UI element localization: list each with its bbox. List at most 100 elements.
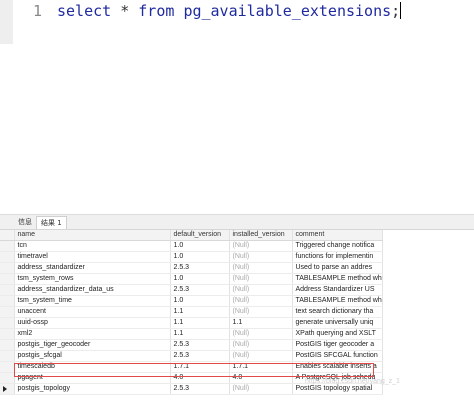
cell-default-version[interactable]: 1.0 — [170, 295, 230, 307]
row-selector[interactable] — [0, 306, 15, 318]
cell-comment[interactable]: generate universally uniq — [292, 317, 383, 329]
cell-installed-version[interactable]: (Null) — [229, 339, 293, 351]
cell-default-version[interactable]: 2.5.3 — [170, 284, 230, 296]
row-selector[interactable] — [0, 361, 15, 373]
cell-installed-version[interactable]: (Null) — [229, 328, 293, 340]
row-selector[interactable] — [0, 383, 15, 395]
row-selector[interactable] — [0, 251, 15, 263]
table-row[interactable]: unaccent 1.1 (Null) text search dictionary … — [0, 306, 383, 318]
table-row[interactable]: xml2 1.1 (Null) XPath querying and XSLT — [0, 328, 383, 340]
cell-default-version[interactable]: 1.1 — [170, 306, 230, 318]
table-row[interactable]: timetravel 1.0 (Null) functions for impleme… — [0, 251, 383, 263]
row-selector[interactable] — [0, 317, 15, 329]
cell-comment[interactable]: PostGIS topology spatial — [292, 383, 383, 395]
table-row[interactable]: tsm_system_rows 1.0 (Null) TABLESAMPLE meth… — [0, 273, 383, 285]
cell-default-version[interactable]: 2.5.3 — [170, 350, 230, 362]
row-selector[interactable] — [0, 350, 15, 362]
row-selector[interactable] — [0, 284, 15, 296]
editor-line-1[interactable]: 1 select * from pg_available_extensions; — [0, 0, 474, 22]
cell-installed-version[interactable]: (Null) — [229, 306, 293, 318]
row-selector[interactable] — [0, 372, 15, 384]
cell-default-version[interactable]: 2.5.3 — [170, 383, 230, 395]
row-selector[interactable] — [0, 240, 15, 252]
cell-name[interactable]: pgagent — [14, 372, 171, 384]
cell-comment[interactable]: PostGIS SFCGAL function — [292, 350, 383, 362]
cell-default-version[interactable]: 2.5.3 — [170, 339, 230, 351]
result-tabs: 信息 结果 1 — [0, 215, 474, 230]
table-row[interactable]: address_standardizer 2.5.3 (Null) Used to p… — [0, 262, 383, 274]
cell-name[interactable]: address_standardizer — [14, 262, 171, 274]
cell-installed-version[interactable]: (Null) — [229, 262, 293, 274]
cell-installed-version[interactable]: (Null) — [229, 295, 293, 307]
cell-comment[interactable]: text search dictionary tha — [292, 306, 383, 318]
result-grid[interactable]: name default_version installed_version c… — [0, 230, 474, 406]
table-row[interactable]: tcn 1.0 (Null) Triggered change notifica — [0, 240, 383, 252]
cell-default-version[interactable]: 1.1 — [170, 328, 230, 340]
cell-installed-version[interactable]: (Null) — [229, 383, 293, 395]
row-selector[interactable] — [0, 328, 15, 340]
cell-name[interactable]: postgis_topology — [14, 383, 171, 395]
cell-comment[interactable]: TABLESAMPLE method wh — [292, 273, 383, 285]
table-body: tcn 1.0 (Null) Triggered change notifica tim… — [0, 240, 383, 395]
cell-name[interactable]: postgis_sfcgal — [14, 350, 171, 362]
cell-comment[interactable]: Enables scalable inserts a — [292, 361, 383, 373]
cell-name[interactable]: tsm_system_rows — [14, 273, 171, 285]
table-row[interactable]: postgis_topology 2.5.3 (Null) PostGIS topol… — [0, 383, 383, 395]
table-row[interactable]: address_standardizer_data_us 2.5.3 (Null) A… — [0, 284, 383, 296]
cell-name[interactable]: postgis_tiger_geocoder — [14, 339, 171, 351]
cell-name[interactable]: tcn — [14, 240, 171, 252]
cell-installed-version[interactable]: (Null) — [229, 350, 293, 362]
table-row[interactable]: postgis_sfcgal 2.5.3 (Null) PostGIS SFCGAL … — [0, 350, 383, 362]
table-row[interactable]: uuid-ossp 1.1 1.1 generate universally uniq — [0, 317, 383, 329]
cell-name[interactable]: xml2 — [14, 328, 171, 340]
column-header-name[interactable]: name — [14, 230, 171, 241]
star-operator: * — [120, 2, 130, 20]
cell-comment[interactable]: PostGIS tiger geocoder a — [292, 339, 383, 351]
cell-comment[interactable]: Used to parse an addres — [292, 262, 383, 274]
cell-default-version[interactable]: 4.0 — [170, 372, 230, 384]
column-header-comment[interactable]: comment — [292, 230, 383, 241]
cell-comment[interactable]: Triggered change notifica — [292, 240, 383, 252]
cell-installed-version[interactable]: (Null) — [229, 240, 293, 252]
cell-name[interactable]: uuid-ossp — [14, 317, 171, 329]
row-selector[interactable] — [0, 273, 15, 285]
cell-installed-version[interactable]: 4.0 — [229, 372, 293, 384]
cell-default-version[interactable]: 1.7.1 — [170, 361, 230, 373]
cell-default-version[interactable]: 2.5.3 — [170, 262, 230, 274]
cell-name[interactable]: timetravel — [14, 251, 171, 263]
cell-name[interactable]: unaccent — [14, 306, 171, 318]
cell-name[interactable]: address_standardizer_data_us — [14, 284, 171, 296]
cell-installed-version[interactable]: 1.1 — [229, 317, 293, 329]
cell-comment[interactable]: functions for implementin — [292, 251, 383, 263]
tab-info[interactable]: 信息 — [14, 216, 36, 228]
cell-default-version[interactable]: 1.1 — [170, 317, 230, 329]
cell-default-version[interactable]: 1.0 — [170, 251, 230, 263]
sql-statement[interactable]: select * from pg_available_extensions; — [57, 0, 402, 22]
row-selector[interactable] — [0, 339, 15, 351]
row-selector[interactable] — [0, 295, 15, 307]
row-selector[interactable] — [0, 262, 15, 274]
cell-comment[interactable]: TABLESAMPLE method wh — [292, 295, 383, 307]
cell-installed-version[interactable]: (Null) — [229, 284, 293, 296]
header-row: name default_version installed_version c… — [0, 230, 383, 241]
cell-installed-version[interactable]: (Null) — [229, 273, 293, 285]
cell-installed-version[interactable]: 1.7.1 — [229, 361, 293, 373]
cell-comment[interactable]: Address Standardizer US — [292, 284, 383, 296]
row-selector-header — [0, 230, 15, 241]
line-number: 1 — [33, 2, 43, 20]
semicolon: ; — [391, 2, 401, 20]
tab-result-1[interactable]: 结果 1 — [36, 216, 67, 229]
cell-default-version[interactable]: 1.0 — [170, 240, 230, 252]
column-header-default-version[interactable]: default_version — [170, 230, 230, 241]
table-row[interactable]: postgis_tiger_geocoder 2.5.3 (Null) PostGIS… — [0, 339, 383, 351]
sql-editor[interactable]: 1 select * from pg_available_extensions; — [0, 0, 474, 215]
cell-default-version[interactable]: 1.0 — [170, 273, 230, 285]
cell-name[interactable]: timescaledb — [14, 361, 171, 373]
watermark: https://blog.csdn.net/yang_z_1 — [305, 378, 400, 385]
cell-installed-version[interactable]: (Null) — [229, 251, 293, 263]
table-row[interactable]: timescaledb 1.7.1 1.7.1 Enables scalable in… — [0, 361, 383, 373]
table-row[interactable]: tsm_system_time 1.0 (Null) TABLESAMPLE meth… — [0, 295, 383, 307]
column-header-installed-version[interactable]: installed_version — [229, 230, 293, 241]
cell-comment[interactable]: XPath querying and XSLT — [292, 328, 383, 340]
cell-name[interactable]: tsm_system_time — [14, 295, 171, 307]
